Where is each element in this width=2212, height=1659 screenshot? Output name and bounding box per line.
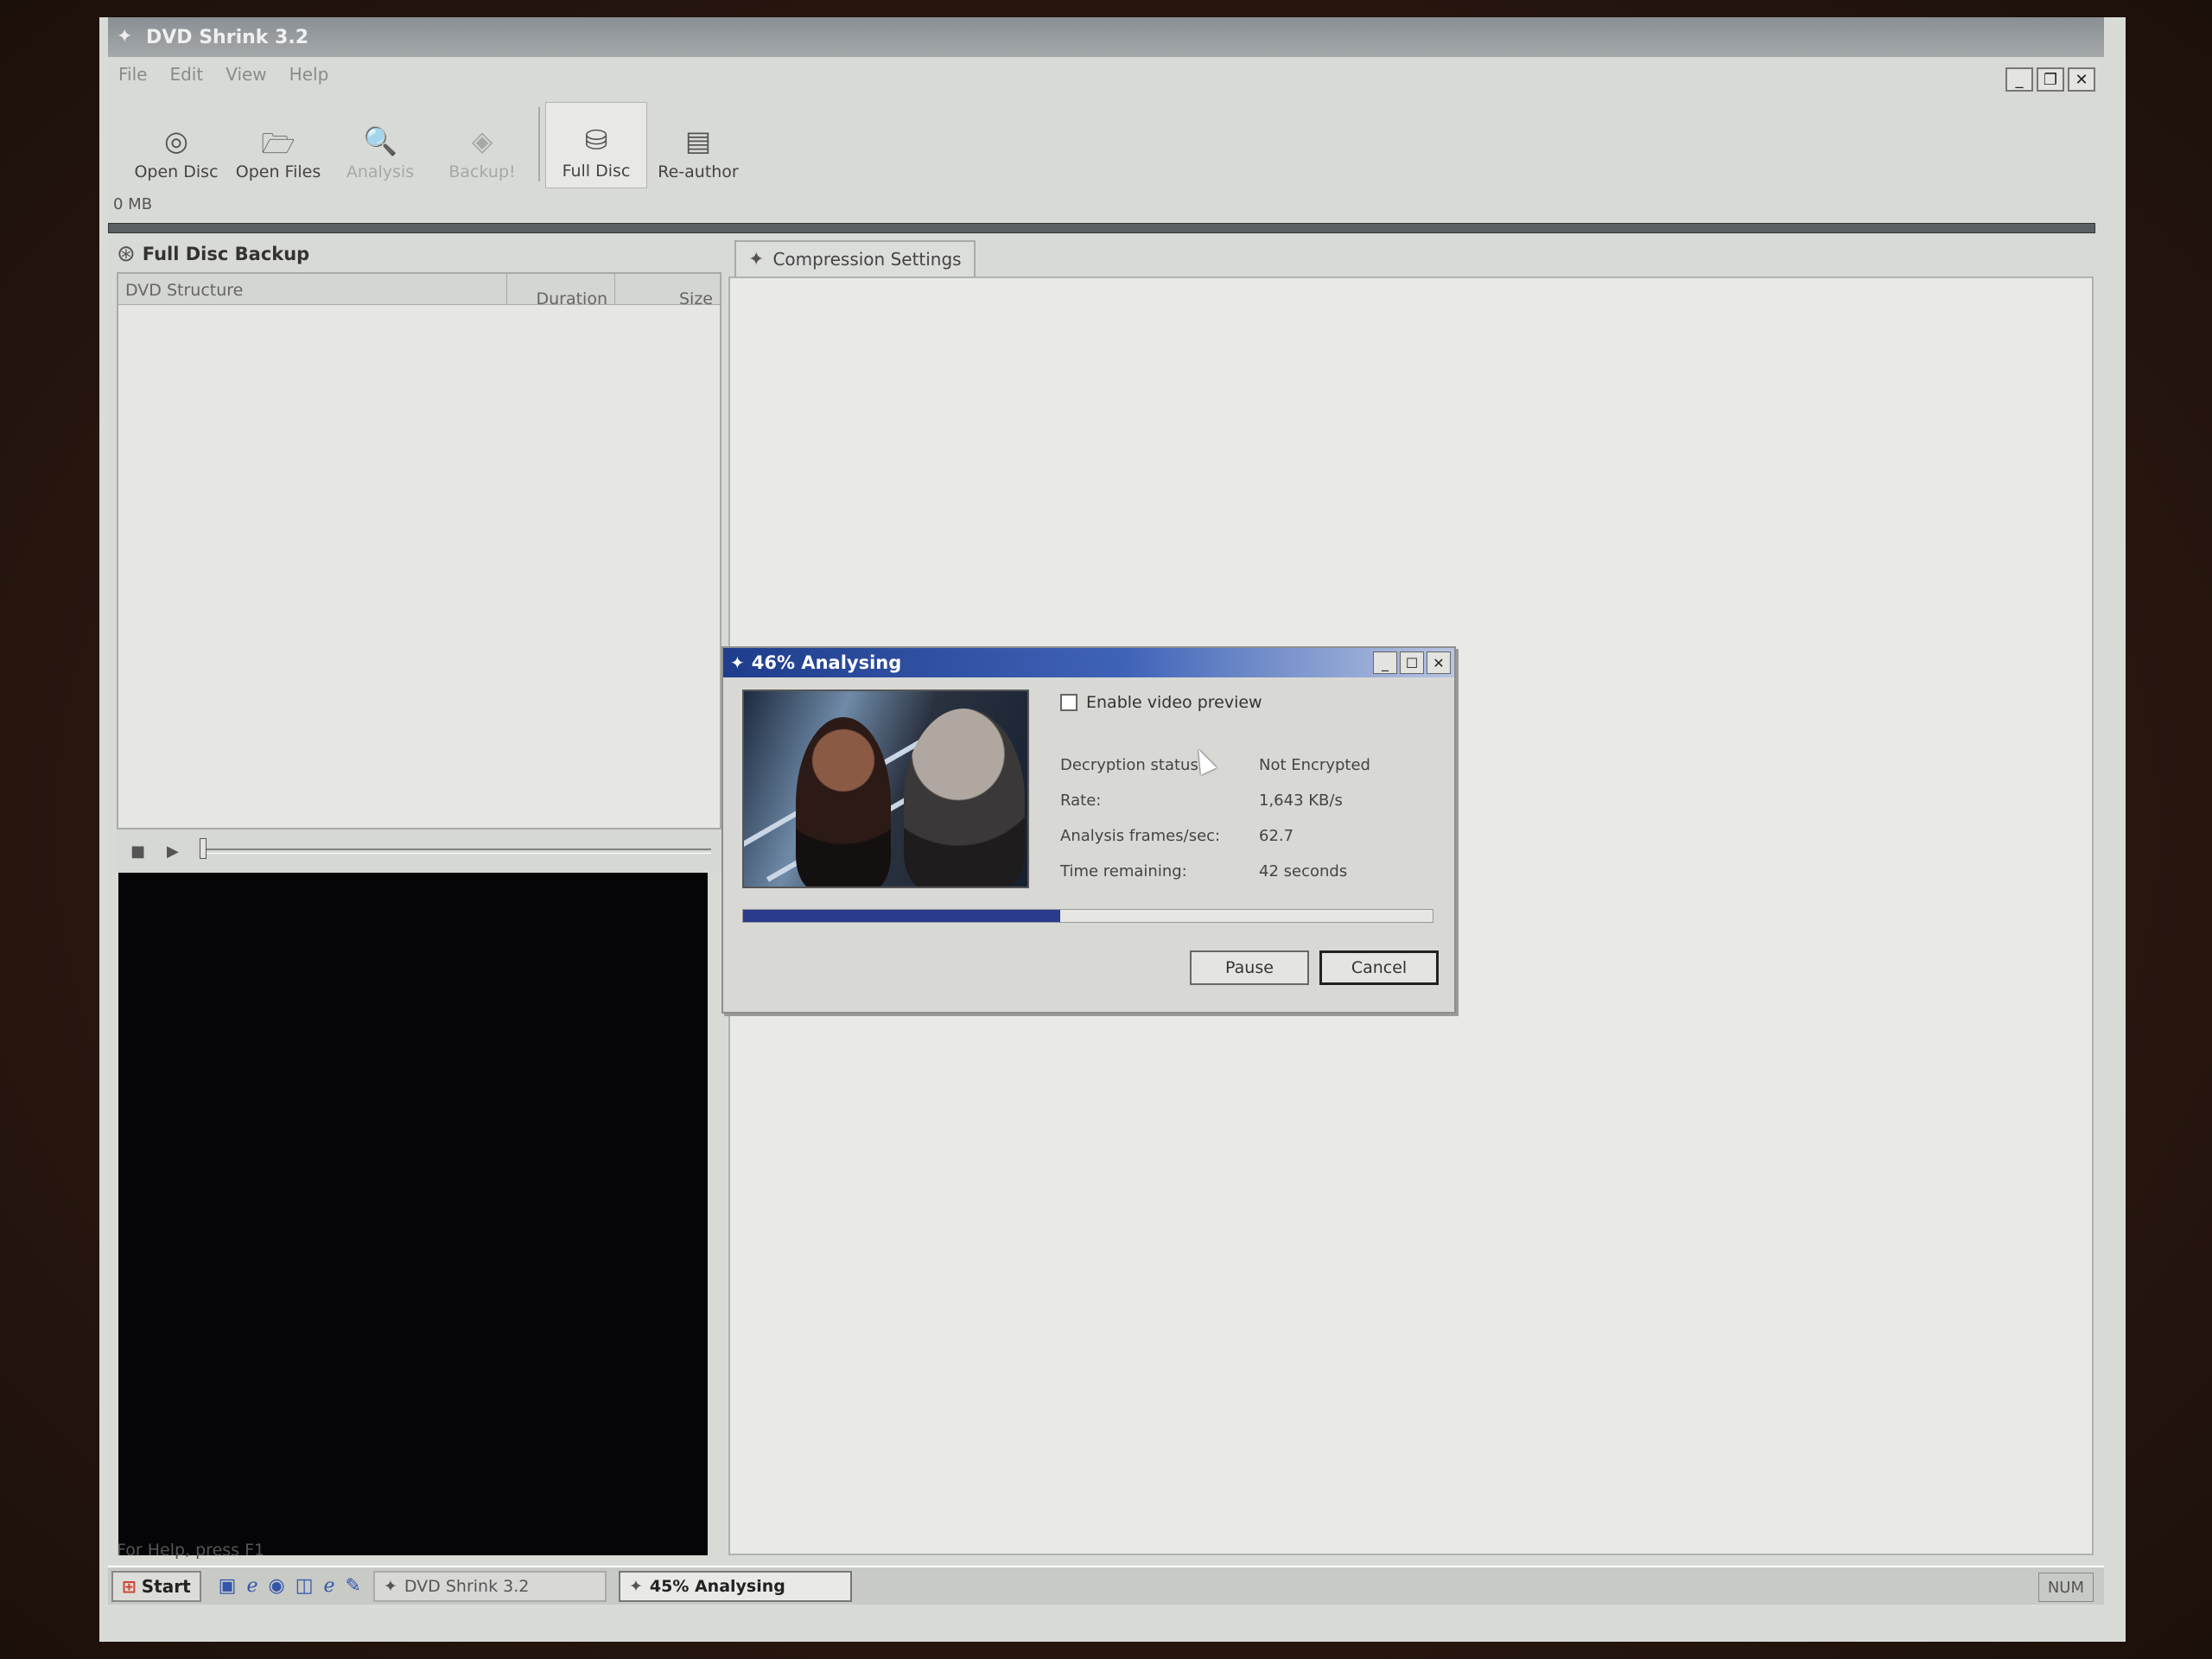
menu-view[interactable]: View	[226, 64, 266, 85]
left-pane-title: ⊛ Full Disc Backup	[117, 241, 310, 267]
time-remaining-label: Time remaining:	[1060, 862, 1187, 880]
windows-logo-icon: ⊞	[122, 1575, 137, 1597]
info-row: Time remaining: 42 seconds	[1060, 854, 1440, 889]
scene-person-right	[904, 709, 1025, 887]
analysis-icon: 🔍	[363, 124, 397, 157]
toolbar-separator	[538, 107, 540, 181]
dvd-structure-list[interactable]: DVD Structure Duration Size	[117, 272, 721, 830]
compression-icon: ✦	[748, 248, 765, 270]
rate-label: Rate:	[1060, 791, 1102, 810]
menu-edit[interactable]: Edit	[169, 64, 203, 85]
disc-size-meter	[108, 223, 2095, 233]
scene-person-left	[796, 717, 891, 887]
enable-video-preview-label: Enable video preview	[1086, 693, 1262, 712]
frames-per-sec-label: Analysis frames/sec:	[1060, 827, 1221, 845]
info-row: Analysis frames/sec: 62.7	[1060, 818, 1440, 854]
dialog-app-icon: ✦	[730, 652, 745, 673]
dvd-structure-header: DVD Structure Duration Size	[118, 274, 720, 308]
taskbar-item-analysing[interactable]: ✦ 45% Analysing	[618, 1570, 852, 1602]
taskbar-item-dvd-shrink[interactable]: ✦ DVD Shrink 3.2	[372, 1570, 607, 1602]
time-remaining-value: 42 seconds	[1259, 862, 1348, 880]
info-row: Rate: 1,643 KB/s	[1060, 783, 1440, 818]
app-icon: ✦	[117, 26, 133, 48]
app-window: ✦ DVD Shrink 3.2 _ ❐ ✕ File Edit View He…	[108, 17, 2104, 1564]
column-duration[interactable]: Duration	[507, 274, 615, 308]
dialog-title-bar[interactable]: ✦ 46% Analysing _ ☐ ✕	[723, 648, 1454, 677]
frames-per-sec-value: 62.7	[1259, 827, 1294, 845]
seek-track[interactable]	[200, 838, 711, 859]
preview-player-controls: ■ ▶	[117, 830, 721, 873]
pause-button[interactable]: Pause	[1190, 950, 1309, 985]
start-button[interactable]: ⊞ Start	[111, 1570, 201, 1602]
decryption-status-value: Not Encrypted	[1259, 756, 1370, 774]
backup-button[interactable]: ◈ Backup!	[431, 102, 533, 188]
dialog-close-button[interactable]: ✕	[1427, 652, 1451, 674]
full-disc-icon: ⛁	[584, 124, 608, 156]
dialog-minimize-button[interactable]: _	[1373, 652, 1397, 674]
tab-compression-settings[interactable]: ✦ Compression Settings	[734, 240, 976, 276]
menu-help[interactable]: Help	[289, 64, 329, 85]
progress-fill	[743, 910, 1061, 922]
column-size[interactable]: Size	[615, 274, 720, 308]
size-readout: 0 MB	[113, 195, 153, 213]
analysis-info: Decryption status: Not Encrypted Rate: 1…	[1060, 747, 1440, 889]
window-title: DVD Shrink 3.2	[146, 26, 309, 48]
screen: ✦ DVD Shrink 3.2 _ ❐ ✕ File Edit View He…	[99, 17, 2126, 1642]
analysis-button[interactable]: 🔍 Analysis	[329, 102, 431, 188]
dialog-title: 46% Analysing	[751, 652, 902, 673]
browser-icon[interactable]: ℯ	[246, 1575, 257, 1597]
dialog-controls: _ ☐ ✕	[1373, 652, 1451, 674]
dvd-shrink-icon: ✦	[383, 1576, 397, 1596]
status-bar-text: For Help, press F1	[117, 1541, 265, 1560]
backup-mode-icon: ⊛	[117, 241, 136, 267]
browser-icon[interactable]: ℯ	[323, 1575, 334, 1597]
title-bar[interactable]: ✦ DVD Shrink 3.2	[108, 17, 2104, 57]
open-disc-button[interactable]: ◎ Open Disc	[125, 102, 227, 188]
taskbar: ⊞ Start ▣ ℯ ◉ ◫ ℯ ✎ ✦ DVD Shrink 3.2 ✦ 4…	[108, 1566, 2104, 1605]
video-thumbnail	[742, 690, 1029, 888]
backup-icon: ◈	[471, 124, 493, 157]
analysis-progress-bar	[742, 909, 1433, 923]
dialog-maximize-button[interactable]: ☐	[1400, 652, 1424, 674]
enable-video-preview[interactable]: Enable video preview	[1060, 693, 1262, 712]
app-icon[interactable]: ◫	[296, 1575, 314, 1597]
disc-icon: ◎	[164, 124, 188, 157]
toolbar: ◎ Open Disc 🗁 Open Files 🔍 Analysis ◈ Ba…	[108, 95, 2104, 188]
play-icon[interactable]: ▶	[167, 842, 189, 861]
enable-video-preview-checkbox[interactable]	[1060, 694, 1077, 711]
decryption-status-label: Decryption status:	[1060, 756, 1204, 774]
re-author-icon: ▤	[684, 124, 712, 157]
seek-thumb[interactable]	[200, 838, 207, 859]
column-dvd-structure[interactable]: DVD Structure	[118, 274, 507, 304]
folder-icon: 🗁	[261, 127, 296, 160]
video-preview	[118, 873, 708, 1555]
info-row: Decryption status: Not Encrypted	[1060, 747, 1440, 783]
cancel-button[interactable]: Cancel	[1319, 950, 1439, 985]
analysing-dialog: ✦ 46% Analysing _ ☐ ✕ Enable video previ…	[721, 646, 1456, 1014]
tool-icon[interactable]: ✎	[346, 1575, 361, 1597]
show-desktop-icon[interactable]: ▣	[219, 1575, 237, 1597]
dvd-shrink-icon: ✦	[628, 1576, 643, 1596]
full-disc-button[interactable]: ⛁ Full Disc	[545, 102, 647, 188]
open-files-button[interactable]: 🗁 Open Files	[227, 102, 329, 188]
quick-launch: ▣ ℯ ◉ ◫ ℯ ✎	[219, 1575, 361, 1597]
rate-value: 1,643 KB/s	[1259, 791, 1343, 810]
stop-icon[interactable]: ■	[130, 842, 153, 861]
menu-file[interactable]: File	[118, 64, 147, 85]
num-lock-indicator: NUM	[2037, 1573, 2094, 1602]
re-author-button[interactable]: ▤ Re-author	[647, 102, 749, 188]
media-icon[interactable]: ◉	[268, 1575, 284, 1597]
menu-bar: File Edit View Help	[108, 57, 2104, 92]
